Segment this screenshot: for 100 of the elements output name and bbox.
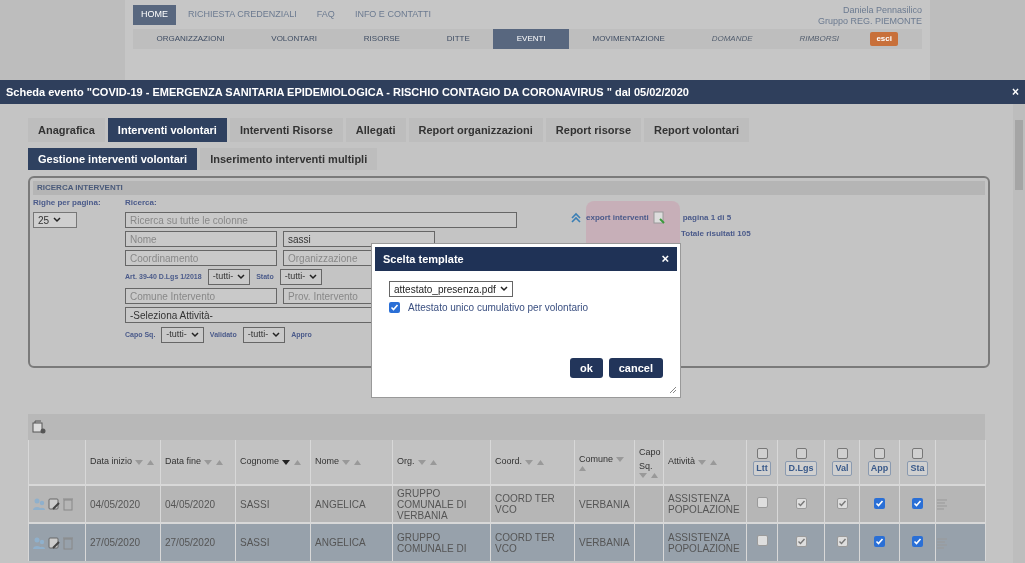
checkbox[interactable] bbox=[756, 447, 768, 459]
chevron-icon bbox=[190, 332, 199, 338]
ok-button[interactable]: ok bbox=[569, 358, 603, 378]
document-edit-icon[interactable] bbox=[47, 497, 61, 511]
sort-ascending-icon[interactable] bbox=[429, 459, 437, 465]
column-header[interactable]: Cognome bbox=[240, 455, 280, 469]
resize-handle-icon[interactable] bbox=[669, 386, 677, 394]
export-icon[interactable] bbox=[32, 420, 46, 434]
checkbox[interactable] bbox=[389, 302, 400, 313]
table-cell: SASSI bbox=[240, 498, 270, 510]
close-button[interactable]: × bbox=[1012, 83, 1019, 101]
column-filter-button[interactable]: D.Lgs bbox=[785, 460, 817, 477]
nav-link[interactable]: DITTE bbox=[423, 29, 494, 49]
table-cell: ANGELICA bbox=[315, 537, 366, 548]
tab[interactable]: Inserimento interventi multipli bbox=[200, 148, 378, 170]
column-header[interactable]: Coord. bbox=[495, 455, 522, 469]
column-filter-button[interactable]: Sta bbox=[907, 460, 928, 477]
table-row[interactable]: 04/05/2020 04/05/2020 SASSI ANGELICA GRUPPO COMUNALE DI VERBANIA COORD TER VCO VERBANIA ASSISTENZA POPOLAZIONE bbox=[28, 485, 986, 523]
sort-ascending-icon[interactable] bbox=[579, 466, 586, 472]
nav-link[interactable]: MOVIMENTAZIONE bbox=[569, 29, 689, 49]
table-cell: COORD TER VCO bbox=[495, 531, 555, 554]
column-header[interactable]: Comune bbox=[579, 452, 614, 467]
table-cell: 04/05/2020 bbox=[90, 498, 141, 510]
panel-header: RICERCA INTERVENTI bbox=[33, 181, 985, 195]
table-cell: ASSISTENZA POPOLAZIONE bbox=[668, 531, 740, 554]
nav-link[interactable]: HOME bbox=[133, 5, 176, 25]
column-header[interactable]: Data inizio bbox=[90, 455, 133, 469]
collapse-icon[interactable] bbox=[570, 211, 582, 224]
table-cell: 04/05/2020 bbox=[165, 498, 216, 510]
nav-link[interactable]: VOLONTARI bbox=[247, 29, 341, 49]
column-filter-button[interactable]: Ltt bbox=[753, 460, 771, 477]
select-field[interactable]: -tutti- bbox=[207, 269, 251, 285]
sort-descending-icon[interactable] bbox=[282, 459, 292, 465]
table-cell: SASSI bbox=[240, 537, 270, 548]
close-button[interactable]: × bbox=[661, 249, 669, 269]
results-total: Totale risultati 105 bbox=[681, 228, 751, 240]
column-header[interactable]: Org. bbox=[397, 455, 415, 469]
sort-ascending-icon[interactable] bbox=[710, 459, 717, 465]
checkbox[interactable] bbox=[874, 536, 885, 547]
select-field[interactable]: -tutti- bbox=[161, 327, 204, 343]
select-field[interactable]: -tutti- bbox=[279, 269, 323, 285]
table-cell: 27/05/2020 bbox=[90, 537, 141, 548]
export-link[interactable]: export interventi bbox=[586, 211, 649, 224]
input-field[interactable]: Nome bbox=[125, 231, 277, 247]
template-select[interactable]: attestato_presenza.pdf bbox=[389, 281, 513, 297]
tab[interactable]: Anagrafica bbox=[28, 118, 105, 142]
nav-link[interactable]: ORGANIZZAZIONI bbox=[133, 29, 248, 49]
column-header[interactable]: Capo Sq. bbox=[639, 446, 661, 473]
logout-button[interactable]: esci bbox=[870, 32, 898, 46]
input-field[interactable]: Coordinamento bbox=[125, 250, 277, 266]
column-header[interactable]: Data fine bbox=[165, 455, 202, 469]
document-edit-icon[interactable] bbox=[47, 535, 61, 550]
sort-ascending-icon[interactable] bbox=[147, 459, 155, 465]
chevron-icon bbox=[237, 274, 246, 280]
table-cell: GRUPPO COMUNALE DI bbox=[397, 531, 467, 554]
input-field[interactable]: Comune Intervento bbox=[125, 288, 277, 304]
field-label: Righe per pagina: bbox=[33, 197, 102, 209]
page-info: pagina 1 di 5 bbox=[682, 211, 732, 224]
table-cell: GRUPPO COMUNALE DI VERBANIA bbox=[397, 487, 467, 521]
checkbox[interactable] bbox=[912, 497, 923, 509]
chevron-icon bbox=[272, 332, 281, 338]
nav-link[interactable]: RISORSE bbox=[340, 29, 424, 49]
checkbox[interactable] bbox=[912, 536, 923, 547]
rows-per-page-select[interactable]: 25 bbox=[33, 212, 77, 228]
column-filter-button[interactable]: App bbox=[867, 460, 892, 477]
sort-ascending-icon[interactable] bbox=[354, 459, 361, 465]
column-header[interactable]: Attività bbox=[668, 455, 695, 469]
chevron-icon bbox=[499, 286, 508, 292]
spreadsheet-icon[interactable] bbox=[652, 211, 665, 224]
tab[interactable]: Report risorse bbox=[545, 118, 642, 142]
checkbox[interactable] bbox=[795, 447, 807, 459]
tab[interactable]: Allegati bbox=[345, 118, 406, 142]
column-header[interactable]: Nome bbox=[315, 455, 339, 469]
checkbox[interactable] bbox=[874, 447, 885, 459]
details-icon[interactable] bbox=[936, 498, 948, 510]
chevron-icon bbox=[309, 274, 318, 280]
user-group: Gruppo REG. PIEMONTE bbox=[817, 16, 922, 27]
table-cell: VERBANIA bbox=[579, 537, 630, 548]
scrollbar[interactable] bbox=[1013, 104, 1025, 563]
table-cell: ANGELICA bbox=[315, 498, 366, 510]
sort-ascending-icon[interactable] bbox=[216, 459, 224, 465]
tab[interactable]: Interventi Risorse bbox=[229, 118, 343, 142]
tab[interactable]: Report volontari bbox=[644, 118, 749, 142]
checkbox[interactable] bbox=[836, 447, 848, 459]
sort-ascending-icon[interactable] bbox=[651, 473, 658, 478]
tab[interactable]: Report organizzazioni bbox=[408, 118, 543, 142]
tab[interactable]: Interventi volontari bbox=[107, 118, 227, 142]
sort-ascending-icon[interactable] bbox=[294, 459, 302, 465]
nav-link[interactable]: EVENTI bbox=[493, 29, 570, 49]
window-title: Scheda evento "COVID-19 - EMERGENZA SANITARIA EPIDEMIOLOGICA - RISCHIO CONTAGIO DA CORONAVIRUS " dal 05/02/2020 bbox=[6, 84, 689, 100]
sort-ascending-icon[interactable] bbox=[537, 459, 544, 465]
tab[interactable]: Gestione interventi volontari bbox=[28, 148, 198, 170]
input-field[interactable]: Ricerca su tutte le colonne bbox=[125, 212, 517, 228]
select-field[interactable]: -tutti- bbox=[242, 327, 286, 343]
checkbox[interactable] bbox=[874, 497, 885, 509]
details-icon[interactable] bbox=[936, 536, 948, 549]
checkbox[interactable] bbox=[912, 447, 923, 459]
table-cell: ASSISTENZA POPOLAZIONE bbox=[668, 493, 740, 515]
column-filter-button[interactable]: Val bbox=[832, 460, 852, 477]
cancel-button[interactable]: cancel bbox=[608, 358, 663, 378]
